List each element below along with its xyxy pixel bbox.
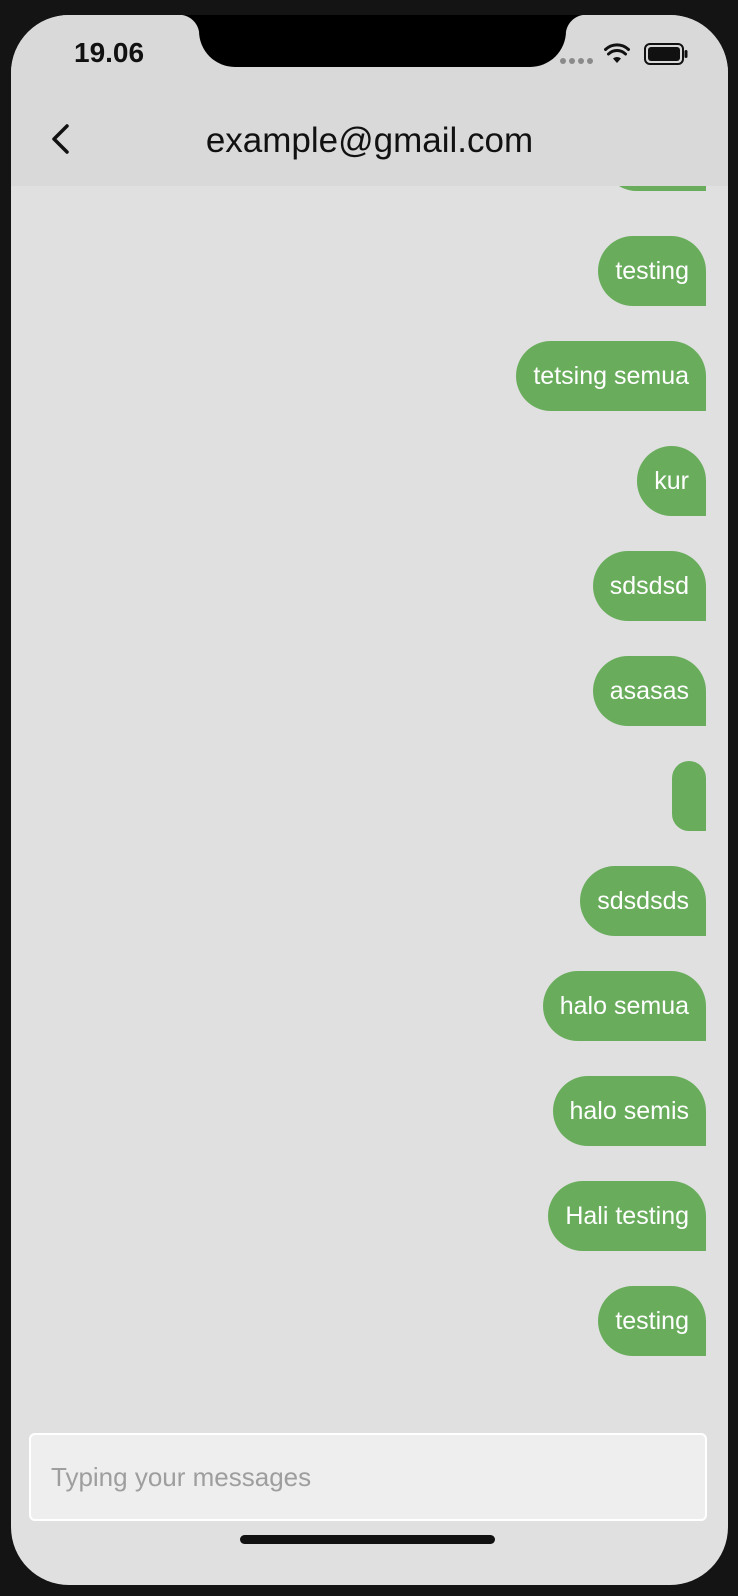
- message-bubble: [672, 761, 706, 831]
- message-bubble: asasas: [592, 656, 706, 726]
- wifi-icon: [604, 43, 630, 63]
- message-bubble: kur: [637, 446, 706, 516]
- message-bubble: sdsdsds: [580, 866, 706, 936]
- device-notch: [179, 15, 586, 67]
- message-bubble: Hali testing: [548, 1181, 706, 1251]
- message-bubble: sdsdsd: [592, 551, 706, 621]
- signal-icon: [560, 58, 593, 64]
- message-bubble: halo semis: [552, 1076, 706, 1146]
- chevron-left-icon: [52, 124, 69, 154]
- battery-icon: [644, 43, 688, 65]
- message-bubble: tetsing semua: [516, 341, 706, 411]
- message-bubble: halo semua: [542, 971, 706, 1041]
- back-button[interactable]: [41, 119, 81, 159]
- message-input[interactable]: [31, 1435, 705, 1519]
- status-time: 19.06: [74, 37, 145, 68]
- message-bubble: testing: [598, 1286, 706, 1356]
- phone-screen: 19.06 example@gmail.com testing tetsing …: [11, 15, 728, 1585]
- app-bar: example@gmail.com: [11, 95, 728, 186]
- message-list[interactable]: testing tetsing semua kur sdsdsd asasas …: [11, 186, 728, 1426]
- message-composer: [29, 1433, 707, 1521]
- message-bubble: testing: [598, 236, 706, 306]
- home-indicator[interactable]: [240, 1535, 495, 1544]
- page-title: example@gmail.com: [205, 121, 534, 160]
- message-bubble: [602, 186, 706, 191]
- device-frame: 19.06 example@gmail.com testing tetsing …: [0, 0, 738, 1596]
